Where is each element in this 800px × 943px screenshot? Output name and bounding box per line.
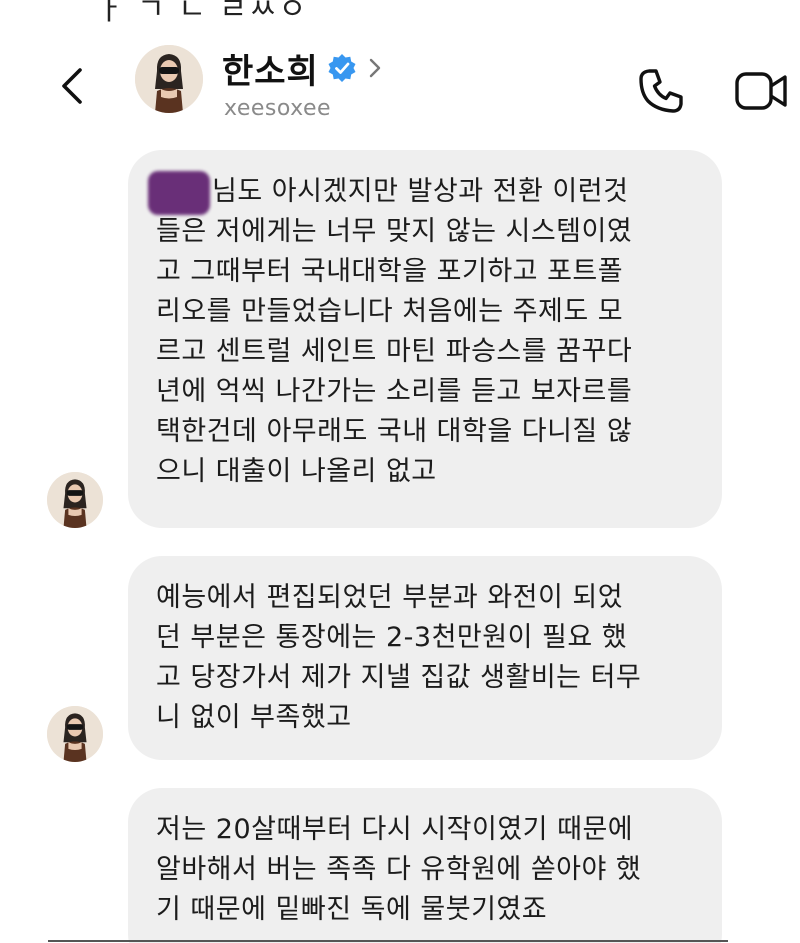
cropped-previous-text: ㅏ ㄱ ㄴ ㄹㅆㅇ	[96, 0, 309, 22]
message-line: 니 없이 부족했고	[156, 702, 352, 733]
message-bubble[interactable]: 님도 아시겠지만 발상과 전환 이런것 들은 저에게는 너무 맞지 않는 시스템…	[128, 150, 722, 528]
message-line: 저는 20살때부터 다시 시작이였기 때문에	[156, 814, 634, 845]
message-line: 고 그때부터 국내대학을 포기하고 포트폴	[156, 256, 624, 287]
verified-badge-icon	[327, 53, 357, 83]
video-camera-icon[interactable]	[734, 68, 790, 114]
message-line: 들은 저에게는 너무 맞지 않는 시스템이였	[156, 216, 633, 247]
contact-profile-link[interactable]: 한소희	[222, 46, 385, 92]
message-line: 르고 센트럴 세인트 마틴 파승스를 꿈꾸다	[156, 336, 633, 367]
message-line: 년에 억씩 나간가는 소리를 듣고 보자르를	[156, 376, 633, 407]
message-line: 리오를 만들었습니다 처음에는 주제도 모	[156, 296, 624, 327]
message-bubble[interactable]: 저는 20살때부터 다시 시작이였기 때문에 알바해서 버는 족족 다 유학원에…	[128, 788, 722, 943]
message-bubble[interactable]: 예능에서 편집되었던 부분과 와전이 되었 던 부분은 통장에는 2-3천만원이…	[128, 556, 722, 760]
chat-header: 한소희 xeesoxee	[0, 30, 800, 140]
sender-avatar[interactable]	[47, 706, 103, 762]
avatar[interactable]	[135, 45, 203, 113]
chevron-right-icon	[365, 54, 385, 82]
back-chevron-icon[interactable]	[52, 64, 96, 108]
message-line: 예능에서 편집되었던 부분과 와전이 되었	[156, 582, 624, 613]
message-line: 으니 대출이 나올리 없고	[156, 456, 437, 487]
message-line: 던 부분은 통장에는 2-3천만원이 필요 했	[156, 622, 628, 653]
redaction-mark	[148, 170, 210, 215]
message-line: 고 당장가서 제가 지낼 집값 생활비는 터무	[156, 662, 642, 693]
message-line: 님도 아시겠지만 발상과 전환 이런것	[148, 170, 698, 215]
divider	[48, 940, 728, 942]
message-line: 택한건데 아무래도 국내 대학을 다니질 않	[156, 416, 633, 447]
contact-username: xeesoxee	[224, 96, 332, 121]
message-line: 알바해서 버는 족족 다 유학원에 쏟아야 했	[156, 854, 642, 885]
phone-icon[interactable]	[636, 66, 686, 116]
message-line: 기 때문에 밑빠진 독에 물붓기였죠	[156, 894, 548, 925]
sender-avatar[interactable]	[47, 472, 103, 528]
contact-name: 한소희	[222, 51, 319, 92]
